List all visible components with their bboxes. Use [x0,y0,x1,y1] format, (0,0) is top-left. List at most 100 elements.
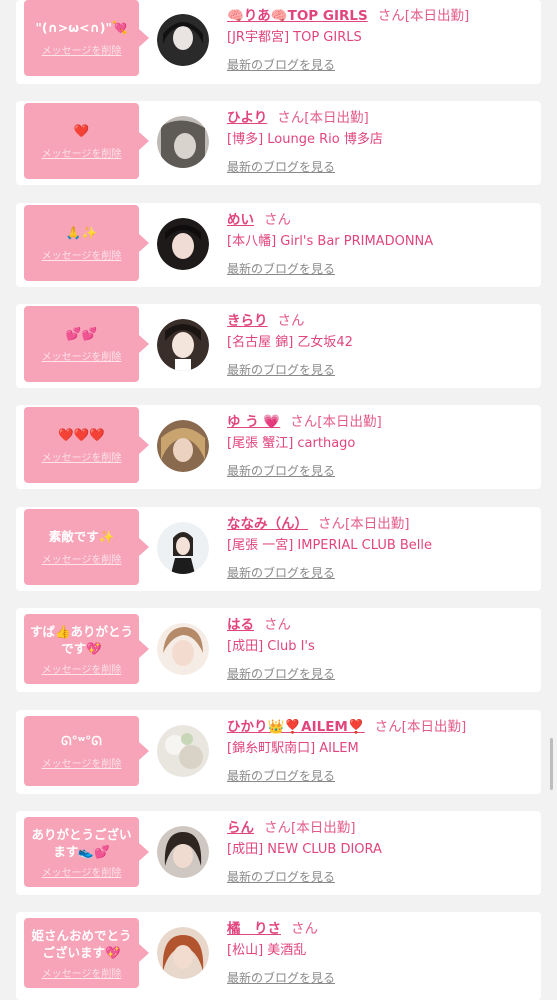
message-text: 💕💕 [65,326,98,341]
avatar[interactable] [157,927,209,979]
message-bubble: "(∩>ω<∩)"💘 メッセージを削除 [24,0,149,76]
message-bubble: ᘏ°ʷ°ᘏ メッセージを削除 [24,716,149,786]
shop-name: [本八幡] Girl's Bar PRIMADONNA [227,234,434,249]
delete-message-link[interactable]: メッセージを削除 [42,551,122,566]
message-bubble: 💕💕 メッセージを削除 [24,306,149,382]
message-text: ありがとうございます👟💕 [31,826,132,859]
cast-info: ひかり👑❣️AILEM❣️ さん[本日出勤] [錦糸町駅南口] AILEM 最新の… [227,717,533,784]
avatar-image [157,14,209,66]
cast-suffix: さん [264,212,291,228]
delete-message-link[interactable]: メッセージを削除 [42,864,122,879]
avatar-image [157,725,209,777]
avatar[interactable] [157,725,209,777]
cast-suffix: さん[本日出勤] [377,8,470,24]
cast-info: 🧠りあ🧠TOP GIRLS さん[本日出勤] [JR宇都宮] TOP GIRLS … [227,6,533,73]
avatar-image [157,319,209,371]
message-text: 姫さんおめでとうございます💖 [31,927,132,960]
latest-blog-link[interactable]: 最新のブログを見る [227,665,533,682]
cast-suffix: さん[本日出勤] [277,110,369,126]
delete-message-link[interactable]: メッセージを削除 [42,449,122,464]
avatar[interactable] [157,319,209,371]
message-text: すば👍ありがとうです💖 [29,623,134,656]
delete-message-link[interactable]: メッセージを削除 [42,755,122,770]
cast-name-link[interactable]: ゆ う 💗 [227,414,280,430]
avatar[interactable] [157,522,209,574]
list-item: ❤️ メッセージを削除 ひより さん[本日出勤] [博多] Lounge Rio … [16,101,541,185]
message-text: ❤️❤️❤️ [58,427,105,442]
latest-blog-link[interactable]: 最新のブログを見る [227,969,533,986]
latest-blog-link[interactable]: 最新のブログを見る [227,158,533,175]
latest-blog-link[interactable]: 最新のブログを見る [227,767,533,784]
list-item: すば👍ありがとうです💖 メッセージを削除 はる さん [成田] Club I's … [16,608,541,692]
avatar-image [157,927,209,979]
list-item: ᘏ°ʷ°ᘏ メッセージを削除 ひかり👑❣️AILEM❣️ さん[本日出勤] [錦糸… [16,710,541,794]
delete-message-link[interactable]: メッセージを削除 [42,42,122,57]
delete-message-link[interactable]: メッセージを削除 [42,247,122,262]
delete-message-link[interactable]: メッセージを削除 [42,661,122,676]
latest-blog-link[interactable]: 最新のブログを見る [227,361,533,378]
cast-info: きらり さん [名古屋 錦] 乙女坂42 最新のブログを見る [227,311,533,378]
avatar[interactable] [157,116,209,168]
cast-info: らん さん[本日出勤] [成田] NEW CLUB DIORA 最新のブログを見る [227,818,533,885]
cast-name-link[interactable]: 🧠りあ🧠TOP GIRLS [227,8,368,24]
cast-info: 橘 りさ さん [松山] 美酒乱 最新のブログを見る [227,919,533,986]
message-text: 🙏✨ [65,225,98,240]
list-item: 🙏✨ メッセージを削除 めい さん [本八幡] Girl's Bar PRIMAD… [16,203,541,287]
avatar[interactable] [157,14,209,66]
list-item: 💕💕 メッセージを削除 きらり さん [名古屋 錦] 乙女坂42 最新のブログを見… [16,304,541,388]
cast-name-link[interactable]: きらり [227,313,268,329]
cast-info: ゆ う 💗 さん[本日出勤] [尾張 蟹江] carthago 最新のブログを見る [227,412,533,479]
avatar-image [157,116,209,168]
cast-suffix: さん[本日出勤] [264,820,356,836]
latest-blog-link[interactable]: 最新のブログを見る [227,260,533,277]
avatar[interactable] [157,623,209,675]
delete-message-link[interactable]: メッセージを削除 [42,348,122,363]
cast-info: ひより さん[本日出勤] [博多] Lounge Rio 博多店 最新のブログを見… [227,108,533,175]
avatar-image [157,420,209,472]
cast-name-link[interactable]: ひより [227,110,267,126]
message-bubble: ❤️ メッセージを削除 [24,103,149,179]
list-item: ありがとうございます👟💕 メッセージを削除 らん さん[本日出勤] [成田] NE… [16,811,541,895]
cast-name-link[interactable]: 橘 りさ [227,921,281,937]
shop-name: [成田] NEW CLUB DIORA [227,842,382,857]
list-item: "(∩>ω<∩)"💘 メッセージを削除 🧠りあ🧠TOP GIRLS さん[本日出勤… [16,0,541,84]
cast-info: ななみ（ん） さん[本日出勤] [尾張 一宮] IMPERIAL CLUB Bel… [227,514,533,581]
cast-name-link[interactable]: ななみ（ん） [227,516,308,532]
scrollbar[interactable] [550,738,553,790]
shop-name: [尾張 蟹江] carthago [227,436,356,451]
avatar-image [157,218,209,270]
cast-info: はる さん [成田] Club I's 最新のブログを見る [227,615,533,682]
cast-suffix: さん[本日出勤] [374,719,467,735]
avatar-image [157,623,209,675]
cast-name-link[interactable]: ひかり👑❣️AILEM❣️ [227,719,365,735]
cast-name-link[interactable]: めい [227,212,254,228]
delete-message-link[interactable]: メッセージを削除 [42,965,122,980]
shop-name: [尾張 一宮] IMPERIAL CLUB Belle [227,538,433,553]
message-text: ❤️ [73,123,90,138]
shop-name: [JR宇都宮] TOP GIRLS [227,30,362,45]
cast-suffix: さん[本日出勤] [318,516,410,532]
latest-blog-link[interactable]: 最新のブログを見る [227,56,533,73]
message-bubble: すば👍ありがとうです💖 メッセージを削除 [24,614,149,684]
delete-message-link[interactable]: メッセージを削除 [42,145,122,160]
avatar[interactable] [157,826,209,878]
message-bubble: 🙏✨ メッセージを削除 [24,205,149,281]
shop-name: [成田] Club I's [227,639,315,654]
latest-blog-link[interactable]: 最新のブログを見る [227,868,533,885]
message-text: "(∩>ω<∩)"💘 [35,20,128,35]
cast-name-link[interactable]: らん [227,820,254,836]
message-bubble: 素敵です✨ メッセージを削除 [24,509,149,585]
message-text: ᘏ°ʷ°ᘏ [61,733,102,748]
avatar[interactable] [157,218,209,270]
latest-blog-link[interactable]: 最新のブログを見る [227,564,533,581]
message-bubble: ❤️❤️❤️ メッセージを削除 [24,407,149,483]
list-item: ❤️❤️❤️ メッセージを削除 ゆ う 💗 さん[本日出勤] [尾張 蟹江] ca… [16,405,541,489]
message-text: 素敵です✨ [48,529,115,544]
shop-name: [名古屋 錦] 乙女坂42 [227,335,353,350]
avatar[interactable] [157,420,209,472]
avatar-image [157,826,209,878]
shop-name: [錦糸町駅南口] AILEM [227,741,359,756]
cast-name-link[interactable]: はる [227,617,254,633]
list-item: 姫さんおめでとうございます💖 メッセージを削除 橘 りさ さん [松山] 美酒乱 … [16,912,541,1000]
latest-blog-link[interactable]: 最新のブログを見る [227,462,533,479]
